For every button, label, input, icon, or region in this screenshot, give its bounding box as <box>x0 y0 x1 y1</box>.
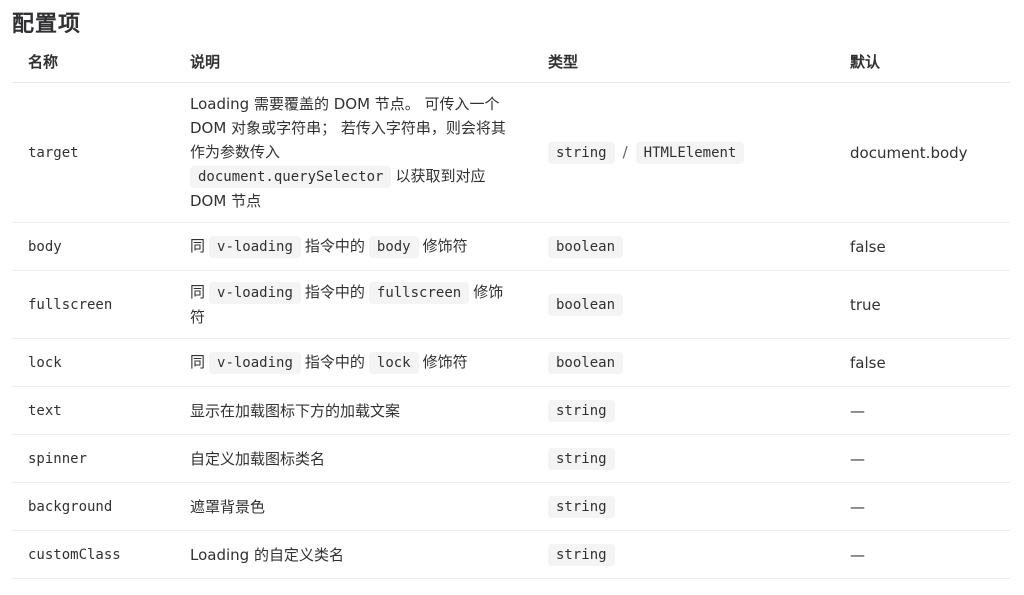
option-name: body <box>12 222 174 271</box>
option-default: — <box>834 482 1010 531</box>
option-name: background <box>12 482 174 531</box>
header-name: 名称 <box>12 40 174 83</box>
table-row: lock 同 v-loading 指令中的 lock 修饰符 boolean false <box>12 338 1010 387</box>
table-row: customClass Loading 的自定义类名 string — <box>12 530 1010 579</box>
option-default: true <box>834 270 1010 339</box>
page: 配置项 名称 说明 类型 默认 target Loading 需要覆盖的 DOM… <box>0 0 1024 595</box>
desc-text: 指令中的 <box>304 283 365 301</box>
inline-code: lock <box>368 352 419 374</box>
desc-text: 同 <box>190 353 206 371</box>
type-code: string <box>548 496 615 518</box>
table-row: target Loading 需要覆盖的 DOM 节点。 可传入一个 DOM 对… <box>12 82 1010 223</box>
option-type: string <box>532 386 834 435</box>
type-code: HTMLElement <box>635 142 745 164</box>
option-default: — <box>834 386 1010 435</box>
option-desc: 遮罩背景色 <box>174 482 532 531</box>
desc-text: 同 <box>190 283 206 301</box>
option-desc: Loading 需要覆盖的 DOM 节点。 可传入一个 DOM 对象或字符串； … <box>174 82 532 223</box>
header-desc: 说明 <box>174 40 532 83</box>
option-desc: Loading 的自定义类名 <box>174 530 532 579</box>
option-desc: 同 v-loading 指令中的 lock 修饰符 <box>174 338 532 387</box>
section-title: 配置项 <box>12 12 82 37</box>
option-type: string <box>532 434 834 483</box>
desc-text: 指令中的 <box>304 353 365 371</box>
desc-text: 指令中的 <box>304 237 365 255</box>
option-type: string / HTMLElement <box>532 82 834 223</box>
type-code: boolean <box>548 294 624 316</box>
inline-code: body <box>368 236 419 258</box>
option-default: — <box>834 530 1010 579</box>
option-type: string <box>532 530 834 579</box>
type-code: string <box>548 142 615 164</box>
header-type: 类型 <box>532 40 834 83</box>
option-name: text <box>12 386 174 435</box>
desc-text: 修饰符 <box>422 237 468 255</box>
inline-code: document.querySelector <box>190 166 392 188</box>
option-default: false <box>834 338 1010 387</box>
type-code: string <box>548 448 615 470</box>
option-default: document.body <box>834 82 1010 223</box>
desc-text: Loading 需要覆盖的 DOM 节点。 可传入一个 DOM 对象或字符串； … <box>190 95 506 161</box>
option-desc: 同 v-loading 指令中的 body 修饰符 <box>174 222 532 271</box>
option-name: lock <box>12 338 174 387</box>
option-name: spinner <box>12 434 174 483</box>
inline-code: v-loading <box>209 282 301 304</box>
table-row: background 遮罩背景色 string — <box>12 482 1010 531</box>
option-desc: 同 v-loading 指令中的 fullscreen 修饰符 <box>174 270 532 339</box>
option-name: target <box>12 82 174 223</box>
option-name: customClass <box>12 530 174 579</box>
table-row: text 显示在加载图标下方的加载文案 string — <box>12 386 1010 435</box>
header-default: 默认 <box>834 40 1010 83</box>
table-row: body 同 v-loading 指令中的 body 修饰符 boolean false <box>12 222 1010 271</box>
option-type: boolean <box>532 270 834 339</box>
option-desc: 自定义加载图标类名 <box>174 434 532 483</box>
inline-code: fullscreen <box>368 282 470 304</box>
option-default: false <box>834 222 1010 271</box>
desc-text: 同 <box>190 237 206 255</box>
inline-code: v-loading <box>209 352 301 374</box>
type-code: boolean <box>548 352 624 374</box>
options-table: 名称 说明 类型 默认 target Loading 需要覆盖的 DOM 节点。… <box>12 40 1010 579</box>
type-code: string <box>548 544 615 566</box>
table-row: spinner 自定义加载图标类名 string — <box>12 434 1010 483</box>
table-header-row: 名称 说明 类型 默认 <box>12 40 1010 83</box>
option-type: boolean <box>532 338 834 387</box>
inline-code: v-loading <box>209 236 301 258</box>
option-type: boolean <box>532 222 834 271</box>
desc-text: 修饰符 <box>422 353 468 371</box>
option-desc: 显示在加载图标下方的加载文案 <box>174 386 532 435</box>
type-code: boolean <box>548 236 624 258</box>
option-name: fullscreen <box>12 270 174 339</box>
type-code: string <box>548 400 615 422</box>
table-row: fullscreen 同 v-loading 指令中的 fullscreen 修饰符 b… <box>12 270 1010 339</box>
type-separator: / <box>622 143 628 161</box>
option-default: — <box>834 434 1010 483</box>
option-type: string <box>532 482 834 531</box>
